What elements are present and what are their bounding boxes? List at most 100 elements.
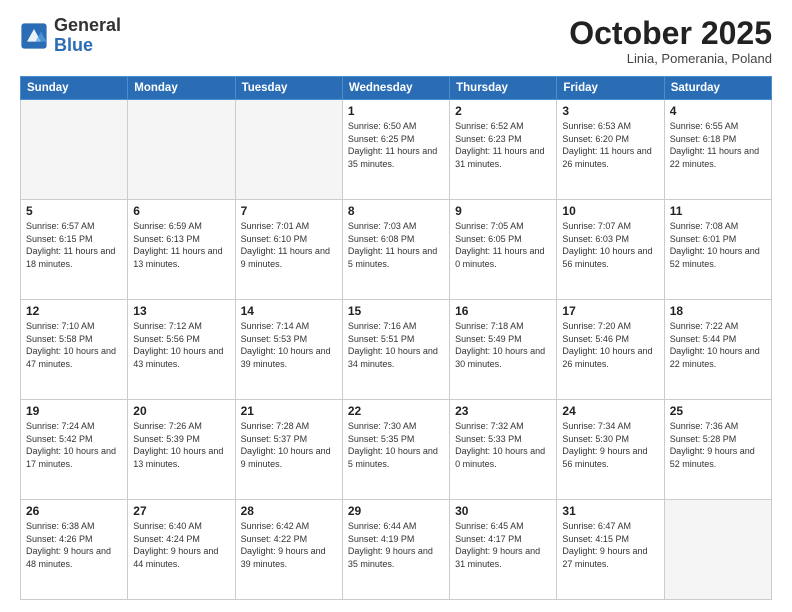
day-info: Sunrise: 6:53 AMSunset: 6:20 PMDaylight:… — [562, 120, 658, 170]
page: General Blue October 2025 Linia, Pomeran… — [0, 0, 792, 612]
day-number: 11 — [670, 204, 766, 218]
day-number: 10 — [562, 204, 658, 218]
col-header-sunday: Sunday — [21, 77, 128, 100]
day-info: Sunrise: 7:08 AMSunset: 6:01 PMDaylight:… — [670, 220, 766, 270]
header-row: SundayMondayTuesdayWednesdayThursdayFrid… — [21, 77, 772, 100]
day-number: 5 — [26, 204, 122, 218]
title-block: October 2025 Linia, Pomerania, Poland — [569, 16, 772, 66]
day-number: 19 — [26, 404, 122, 418]
day-info: Sunrise: 6:57 AMSunset: 6:15 PMDaylight:… — [26, 220, 122, 270]
day-cell: 11 Sunrise: 7:08 AMSunset: 6:01 PMDayligh… — [664, 200, 771, 300]
week-row-1: 1Sunrise: 6:50 AMSunset: 6:25 PMDaylight… — [21, 100, 772, 200]
logo: General Blue — [20, 16, 121, 56]
day-cell: 31Sunrise: 6:47 AMSunset: 4:15 PMDayligh… — [557, 500, 664, 600]
day-cell: 2 Sunrise: 6:52 AMSunset: 6:23 PMDaylight… — [450, 100, 557, 200]
day-cell: 25 Sunrise: 7:36 AMSunset: 5:28 PMDayligh… — [664, 400, 771, 500]
day-number: 9 — [455, 204, 551, 218]
day-number: 16 — [455, 304, 551, 318]
col-header-saturday: Saturday — [664, 77, 771, 100]
week-row-5: 26 Sunrise: 6:38 AMSunset: 4:26 PMDayligh… — [21, 500, 772, 600]
day-cell: 20Sunrise: 7:26 AMSunset: 5:39 PMDayligh… — [128, 400, 235, 500]
day-cell: 5 Sunrise: 6:57 AMSunset: 6:15 PMDaylight… — [21, 200, 128, 300]
day-cell: 30Sunrise: 6:45 AMSunset: 4:17 PMDayligh… — [450, 500, 557, 600]
day-info: Sunrise: 7:05 AMSunset: 6:05 PMDaylight:… — [455, 220, 551, 270]
day-cell: 28Sunrise: 6:42 AMSunset: 4:22 PMDayligh… — [235, 500, 342, 600]
day-cell — [128, 100, 235, 200]
month-title: October 2025 — [569, 16, 772, 51]
day-info: Sunrise: 6:55 AMSunset: 6:18 PMDaylight:… — [670, 120, 766, 170]
day-info: Sunrise: 7:20 AMSunset: 5:46 PMDaylight:… — [562, 320, 658, 370]
day-info: Sunrise: 6:42 AMSunset: 4:22 PMDaylight:… — [241, 520, 337, 570]
day-cell: 29Sunrise: 6:44 AMSunset: 4:19 PMDayligh… — [342, 500, 449, 600]
col-header-tuesday: Tuesday — [235, 77, 342, 100]
day-cell: 26 Sunrise: 6:38 AMSunset: 4:26 PMDayligh… — [21, 500, 128, 600]
day-info: Sunrise: 6:45 AMSunset: 4:17 PMDaylight:… — [455, 520, 551, 570]
day-info: Sunrise: 7:32 AMSunset: 5:33 PMDaylight:… — [455, 420, 551, 470]
day-cell — [235, 100, 342, 200]
day-number: 17 — [562, 304, 658, 318]
logo-general: General — [54, 15, 121, 35]
day-cell — [664, 500, 771, 600]
day-number: 3 — [562, 104, 658, 118]
day-cell: 19 Sunrise: 7:24 AMSunset: 5:42 PMDayligh… — [21, 400, 128, 500]
day-number: 23 — [455, 404, 551, 418]
day-info: Sunrise: 7:16 AMSunset: 5:51 PMDaylight:… — [348, 320, 444, 370]
day-number: 14 — [241, 304, 337, 318]
day-number: 27 — [133, 504, 229, 518]
day-info: Sunrise: 7:36 AMSunset: 5:28 PMDaylight:… — [670, 420, 766, 470]
day-info: Sunrise: 7:22 AMSunset: 5:44 PMDaylight:… — [670, 320, 766, 370]
day-number: 21 — [241, 404, 337, 418]
logo-text: General Blue — [54, 16, 121, 56]
day-info: Sunrise: 7:14 AMSunset: 5:53 PMDaylight:… — [241, 320, 337, 370]
calendar-table: SundayMondayTuesdayWednesdayThursdayFrid… — [20, 76, 772, 600]
col-header-thursday: Thursday — [450, 77, 557, 100]
day-number: 4 — [670, 104, 766, 118]
day-cell: 17 Sunrise: 7:20 AMSunset: 5:46 PMDayligh… — [557, 300, 664, 400]
day-cell: 23 Sunrise: 7:32 AMSunset: 5:33 PMDayligh… — [450, 400, 557, 500]
day-number: 26 — [26, 504, 122, 518]
day-number: 25 — [670, 404, 766, 418]
week-row-3: 12Sunrise: 7:10 AMSunset: 5:58 PMDayligh… — [21, 300, 772, 400]
col-header-monday: Monday — [128, 77, 235, 100]
day-cell: 15 Sunrise: 7:16 AMSunset: 5:51 PMDayligh… — [342, 300, 449, 400]
day-info: Sunrise: 7:18 AMSunset: 5:49 PMDaylight:… — [455, 320, 551, 370]
col-header-wednesday: Wednesday — [342, 77, 449, 100]
day-number: 1 — [348, 104, 444, 118]
day-info: Sunrise: 7:24 AMSunset: 5:42 PMDaylight:… — [26, 420, 122, 470]
day-number: 29 — [348, 504, 444, 518]
day-cell — [21, 100, 128, 200]
day-number: 22 — [348, 404, 444, 418]
day-info: Sunrise: 7:07 AMSunset: 6:03 PMDaylight:… — [562, 220, 658, 270]
logo-blue: Blue — [54, 35, 93, 55]
day-cell: 21Sunrise: 7:28 AMSunset: 5:37 PMDayligh… — [235, 400, 342, 500]
day-info: Sunrise: 7:01 AMSunset: 6:10 PMDaylight:… — [241, 220, 337, 270]
day-info: Sunrise: 6:38 AMSunset: 4:26 PMDaylight:… — [26, 520, 122, 570]
day-info: Sunrise: 7:26 AMSunset: 5:39 PMDaylight:… — [133, 420, 229, 470]
day-cell: 3 Sunrise: 6:53 AMSunset: 6:20 PMDaylight… — [557, 100, 664, 200]
day-number: 24 — [562, 404, 658, 418]
day-number: 18 — [670, 304, 766, 318]
day-info: Sunrise: 6:52 AMSunset: 6:23 PMDaylight:… — [455, 120, 551, 170]
day-info: Sunrise: 7:30 AMSunset: 5:35 PMDaylight:… — [348, 420, 444, 470]
day-number: 15 — [348, 304, 444, 318]
day-cell: 10 Sunrise: 7:07 AMSunset: 6:03 PMDayligh… — [557, 200, 664, 300]
logo-icon — [20, 22, 48, 50]
day-cell: 12Sunrise: 7:10 AMSunset: 5:58 PMDayligh… — [21, 300, 128, 400]
week-row-4: 19 Sunrise: 7:24 AMSunset: 5:42 PMDayligh… — [21, 400, 772, 500]
day-cell: 18 Sunrise: 7:22 AMSunset: 5:44 PMDayligh… — [664, 300, 771, 400]
day-cell: 1Sunrise: 6:50 AMSunset: 6:25 PMDaylight… — [342, 100, 449, 200]
day-cell: 6 Sunrise: 6:59 AMSunset: 6:13 PMDaylight… — [128, 200, 235, 300]
day-info: Sunrise: 6:59 AMSunset: 6:13 PMDaylight:… — [133, 220, 229, 270]
day-info: Sunrise: 7:03 AMSunset: 6:08 PMDaylight:… — [348, 220, 444, 270]
day-cell: 7 Sunrise: 7:01 AMSunset: 6:10 PMDaylight… — [235, 200, 342, 300]
day-cell: 13Sunrise: 7:12 AMSunset: 5:56 PMDayligh… — [128, 300, 235, 400]
day-cell: 8Sunrise: 7:03 AMSunset: 6:08 PMDaylight… — [342, 200, 449, 300]
subtitle: Linia, Pomerania, Poland — [569, 51, 772, 66]
day-number: 2 — [455, 104, 551, 118]
day-cell: 16 Sunrise: 7:18 AMSunset: 5:49 PMDayligh… — [450, 300, 557, 400]
day-info: Sunrise: 6:40 AMSunset: 4:24 PMDaylight:… — [133, 520, 229, 570]
day-number: 7 — [241, 204, 337, 218]
day-number: 6 — [133, 204, 229, 218]
day-cell: 9 Sunrise: 7:05 AMSunset: 6:05 PMDaylight… — [450, 200, 557, 300]
day-cell: 14 Sunrise: 7:14 AMSunset: 5:53 PMDayligh… — [235, 300, 342, 400]
